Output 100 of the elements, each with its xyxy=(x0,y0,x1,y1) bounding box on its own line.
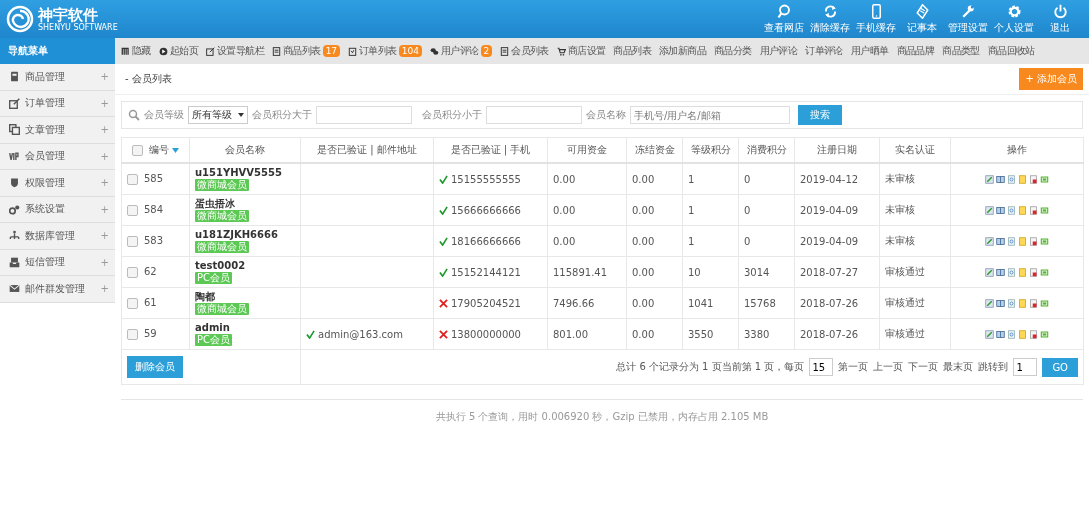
delete-document-icon[interactable] xyxy=(1029,299,1038,308)
per-page-field[interactable]: 15 xyxy=(809,358,834,376)
sidebar-item[interactable]: 邮件群发管理 + xyxy=(0,276,115,303)
list-icon xyxy=(272,46,282,56)
book-icon[interactable] xyxy=(996,175,1005,184)
page-link[interactable]: 最末页 xyxy=(943,360,974,374)
column-header[interactable]: 编号 xyxy=(121,137,190,163)
table-cell: 0 xyxy=(738,194,795,226)
nav-tab[interactable]: 起始页 xyxy=(154,38,202,64)
header-action-button[interactable]: 个人设置 xyxy=(991,3,1037,35)
edit-icon[interactable] xyxy=(985,206,994,215)
table-cell: 1 xyxy=(682,225,739,257)
delete-document-icon[interactable] xyxy=(1029,268,1038,277)
spiral-logo-icon xyxy=(6,5,34,33)
quick-link[interactable]: 商品分类 xyxy=(710,44,756,58)
page-link[interactable]: 下一页 xyxy=(908,360,939,374)
document-search-icon[interactable] xyxy=(1007,175,1016,184)
sidebar-item[interactable]: 会员管理 + xyxy=(0,143,115,170)
table-cell: 1041 xyxy=(682,287,739,319)
document-search-icon[interactable] xyxy=(1007,268,1016,277)
row-checkbox[interactable] xyxy=(127,173,138,185)
sidebar-item[interactable]: 数据库管理 + xyxy=(0,223,115,250)
sidebar-item[interactable]: 短信管理 + xyxy=(0,249,115,276)
table-cell: 审核通过 xyxy=(879,318,951,350)
max-points-field[interactable] xyxy=(486,106,582,124)
document-icon[interactable] xyxy=(1018,268,1027,277)
header-action-button[interactable]: 管理设置 xyxy=(945,3,991,35)
member-name-field[interactable]: 手机号/用户名/邮箱 xyxy=(630,106,790,124)
quick-link[interactable]: 添加新商品 xyxy=(655,44,711,58)
message-icon[interactable] xyxy=(1040,237,1049,246)
document-search-icon[interactable] xyxy=(1007,330,1016,339)
quick-link[interactable]: 商品回收站 xyxy=(983,44,1039,58)
sort-caret-icon[interactable] xyxy=(172,147,179,153)
quick-link[interactable]: 用户评论 xyxy=(755,44,802,58)
sidebar-label: 数据库管理 xyxy=(25,228,75,243)
row-checkbox[interactable] xyxy=(127,297,138,309)
document-icon[interactable] xyxy=(1018,175,1027,184)
table-cell: 0.00 xyxy=(626,287,683,319)
level-dropdown[interactable]: 所有等级 xyxy=(188,106,248,124)
filter-label: 会员等级 xyxy=(144,108,184,122)
quick-link[interactable]: 商品品牌 xyxy=(892,44,939,58)
row-checkbox[interactable] xyxy=(127,328,138,340)
row-checkbox[interactable] xyxy=(127,266,138,278)
edit-icon[interactable] xyxy=(985,299,994,308)
message-icon[interactable] xyxy=(1040,299,1049,308)
nav-tab[interactable]: 会员列表 xyxy=(496,38,553,64)
page-number-field[interactable]: 1 xyxy=(1013,358,1038,376)
delete-document-icon[interactable] xyxy=(1029,237,1038,246)
nav-tab[interactable]: 隐藏 xyxy=(117,38,155,64)
sidebar-item[interactable]: 权限管理 + xyxy=(0,170,115,197)
sidebar-item[interactable]: 系统设置 + xyxy=(0,196,115,223)
nav-tab[interactable]: 商店设置 xyxy=(552,38,610,64)
header-action-button[interactable]: 记事本 xyxy=(899,3,945,35)
quick-link[interactable]: 商品列表 xyxy=(609,44,656,58)
header-action-button[interactable]: 手机缓存 xyxy=(853,3,899,35)
quick-link[interactable]: 用户晒单 xyxy=(846,44,893,58)
page-link[interactable]: 第一页 xyxy=(838,360,869,374)
note-icon xyxy=(914,3,930,19)
edit-icon[interactable] xyxy=(985,175,994,184)
document-icon[interactable] xyxy=(1018,299,1027,308)
edit-icon[interactable] xyxy=(985,268,994,277)
delete-document-icon[interactable] xyxy=(1029,330,1038,339)
nav-tab[interactable]: 设置导航栏 xyxy=(202,38,269,64)
document-icon[interactable] xyxy=(1018,237,1027,246)
edit-icon[interactable] xyxy=(985,330,994,339)
delete-document-icon[interactable] xyxy=(1029,175,1038,184)
header-action-button[interactable]: 退出 xyxy=(1037,3,1083,35)
min-points-field[interactable] xyxy=(316,106,412,124)
header-action-button[interactable]: 清除缓存 xyxy=(807,3,853,35)
document-icon[interactable] xyxy=(1018,206,1027,215)
message-icon[interactable] xyxy=(1040,206,1049,215)
sidebar-item[interactable]: 商品管理 + xyxy=(0,64,115,91)
quick-link[interactable]: 订单评论 xyxy=(801,44,847,58)
nav-tab[interactable]: 商品列表 17 xyxy=(268,38,345,64)
book-icon[interactable] xyxy=(996,237,1005,246)
quick-link[interactable]: 商品类型 xyxy=(938,44,984,58)
document-search-icon[interactable] xyxy=(1007,237,1016,246)
edit-icon[interactable] xyxy=(985,237,994,246)
book-icon[interactable] xyxy=(996,299,1005,308)
nav-tab[interactable]: 用户评论 2 xyxy=(425,38,497,64)
document-search-icon[interactable] xyxy=(1007,299,1016,308)
delete-document-icon[interactable] xyxy=(1029,206,1038,215)
page-link[interactable]: 上一页 xyxy=(873,360,904,374)
message-icon[interactable] xyxy=(1040,268,1049,277)
book-icon[interactable] xyxy=(996,330,1005,339)
table-cell: 1 xyxy=(682,163,739,195)
book-icon[interactable] xyxy=(996,206,1005,215)
count-badge: 17 xyxy=(322,45,341,57)
sidebar-item[interactable]: 文章管理 + xyxy=(0,117,115,144)
message-icon[interactable] xyxy=(1040,330,1049,339)
nav-tab[interactable]: 订单列表 104 xyxy=(344,38,426,64)
document-icon[interactable] xyxy=(1018,330,1027,339)
message-icon[interactable] xyxy=(1040,175,1049,184)
document-search-icon[interactable] xyxy=(1007,206,1016,215)
row-checkbox[interactable] xyxy=(127,204,138,216)
row-checkbox[interactable] xyxy=(127,235,138,247)
header-action-button[interactable]: 查看网店 xyxy=(761,3,807,35)
expand-icon: + xyxy=(100,97,109,109)
book-icon[interactable] xyxy=(996,268,1005,277)
sidebar-item[interactable]: 订单管理 + xyxy=(0,90,115,117)
